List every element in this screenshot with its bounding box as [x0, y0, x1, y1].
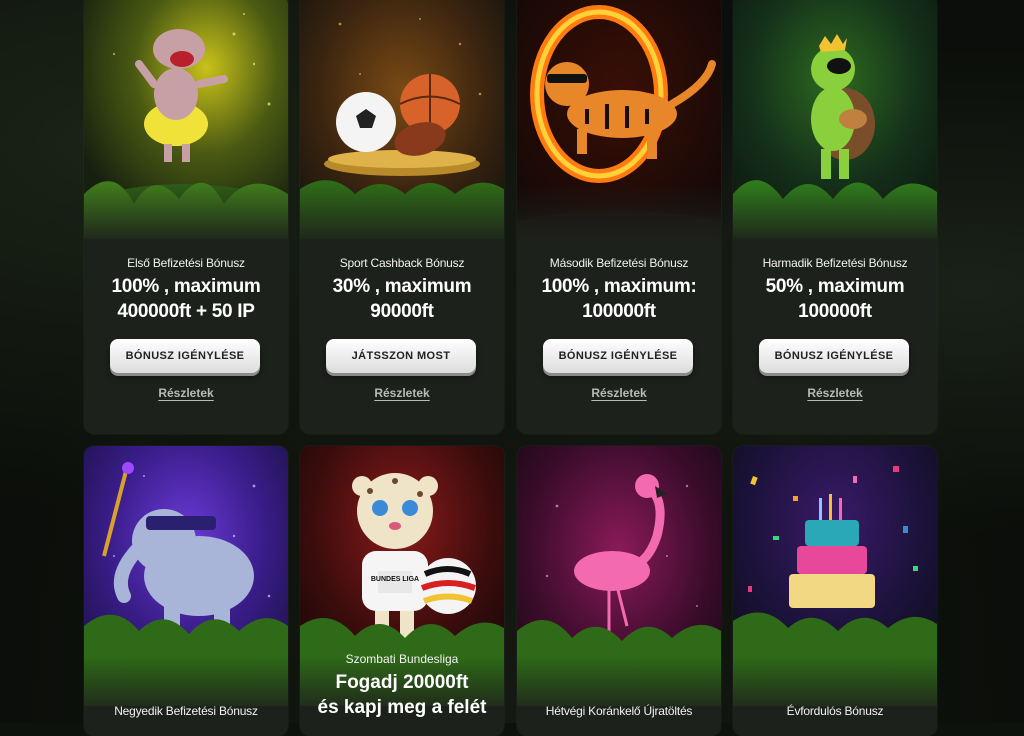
promo-card-weekend-early-reload: Hétvégi Koránkelő Újratöltés: [517, 446, 721, 736]
promo-title: Hétvégi Koránkelő Újratöltés: [517, 704, 721, 718]
promo-title: Negyedik Befizetési Bónusz: [84, 704, 288, 718]
promo-title: Harmadik Befizetési Bónusz: [733, 256, 937, 270]
claim-bonus-button[interactable]: BÓNUSZ IGÉNYLÉSE: [543, 339, 693, 373]
promo-card-third-deposit: Harmadik Befizetési Bónusz 50% , maximum…: [733, 0, 937, 434]
promo-card-saturday-bundesliga: BUNDES LIGA Szombati Bundesliga Fogadj 2…: [300, 446, 504, 736]
details-link[interactable]: Részletek: [84, 386, 288, 400]
claim-bonus-button[interactable]: BÓNUSZ IGÉNYLÉSE: [110, 339, 260, 373]
promo-amount-line2: 100000ft: [741, 299, 929, 324]
promo-amount-line1: 100% , maximum: [92, 274, 280, 299]
claim-bonus-button[interactable]: BÓNUSZ IGÉNYLÉSE: [759, 339, 909, 373]
promo-title: Második Befizetési Bónusz: [517, 256, 721, 270]
promo-title: Sport Cashback Bónusz: [300, 256, 504, 270]
promo-card-fourth-deposit: Negyedik Befizetési Bónusz: [84, 446, 288, 736]
promo-amount-line1: Fogadj 20000ft: [304, 670, 500, 695]
promo-amount-line1: 30% , maximum: [308, 274, 496, 299]
promo-card-anniversary: Évfordulós Bónusz: [733, 446, 937, 736]
promo-amount: 100% , maximum 400000ft + 50 IP: [92, 274, 280, 324]
promo-amount-line2: 400000ft + 50 IP: [92, 299, 280, 324]
promo-title: Első Befizetési Bónusz: [84, 256, 288, 270]
promo-amount: 30% , maximum 90000ft: [308, 274, 496, 324]
promo-card-first-deposit: Első Befizetési Bónusz 100% , maximum 40…: [84, 0, 288, 434]
bundesliga-badge-text: BUNDES LIGA: [371, 576, 419, 583]
promo-amount: Fogadj 20000ft és kapj meg a felét: [304, 670, 500, 720]
promo-title: Évfordulós Bónusz: [733, 704, 937, 718]
details-link[interactable]: Részletek: [517, 386, 721, 400]
promo-amount: 50% , maximum 100000ft: [741, 274, 929, 324]
promo-card-second-deposit: Második Befizetési Bónusz 100% , maximum…: [517, 0, 721, 434]
promo-amount-line2: és kapj meg a felét: [304, 695, 500, 720]
details-link[interactable]: Részletek: [300, 386, 504, 400]
promo-amount-line1: 50% , maximum: [741, 274, 929, 299]
promo-amount-line2: 100000ft: [525, 299, 713, 324]
promo-amount-line2: 90000ft: [308, 299, 496, 324]
promo-amount-line1: 100% , maximum:: [525, 274, 713, 299]
promo-subtitle: Szombati Bundesliga: [300, 652, 504, 666]
play-now-button[interactable]: JÁTSSZON MOST: [326, 339, 476, 373]
details-link[interactable]: Részletek: [733, 386, 937, 400]
promo-card-sport-cashback: Sport Cashback Bónusz 30% , maximum 9000…: [300, 0, 504, 434]
promo-amount: 100% , maximum: 100000ft: [525, 274, 713, 324]
